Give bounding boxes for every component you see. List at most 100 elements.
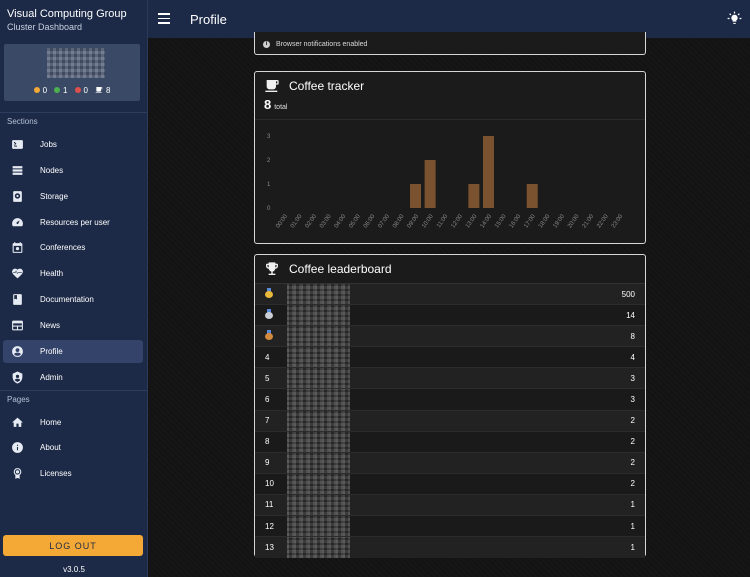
sidebar-item-profile[interactable]: Profile	[3, 340, 143, 363]
chart-bar[interactable]	[482, 136, 494, 208]
silver-medal-icon	[265, 309, 273, 320]
sidebar-item-documentation[interactable]: Documentation	[3, 288, 143, 311]
sidebar-item-label: Admin	[40, 373, 63, 382]
redacted-username	[287, 494, 350, 516]
coffee-total-value: 8	[264, 97, 272, 112]
x-tick-label: 07:00	[377, 213, 391, 229]
chart-bar[interactable]	[468, 184, 480, 208]
status-running: 1	[54, 86, 68, 95]
x-tick-label: 03:00	[319, 213, 333, 229]
status-pending-count: 0	[42, 85, 48, 95]
rank-cell: 4	[265, 352, 270, 362]
gauge-icon	[5, 216, 29, 229]
chart-bar[interactable]	[526, 184, 538, 208]
rank-cell	[255, 330, 287, 342]
rank-cell: 13	[265, 543, 274, 553]
avatar	[47, 48, 105, 78]
coffee-tracker-title: Coffee tracker	[289, 79, 365, 93]
y-tick-label: 1	[267, 182, 271, 188]
certificate-icon	[5, 467, 29, 480]
rank-cell	[255, 288, 287, 300]
book-icon	[5, 293, 29, 306]
status-failed-count: 0	[83, 85, 88, 95]
bronze-medal-icon	[265, 330, 273, 341]
sidebar-item-about[interactable]: About	[3, 436, 143, 459]
rank-cell: 6	[265, 395, 270, 405]
coffee-count-cell: 1	[630, 521, 635, 531]
gold-medal-icon	[265, 288, 273, 299]
logout-button[interactable]: LOG OUT	[3, 535, 143, 556]
coffee-leaderboard-header: Coffee leaderboard	[264, 261, 392, 277]
coffee-count-cell: 4	[630, 352, 635, 362]
coffee-icon	[95, 87, 103, 93]
sidebar-item-storage[interactable]: Storage	[3, 185, 143, 208]
rank-cell: 10	[265, 479, 274, 489]
sidebar-item-home[interactable]: Home	[3, 411, 143, 434]
rank-cell	[255, 309, 287, 321]
lightbulb-icon[interactable]	[727, 11, 742, 26]
table-row: 92	[255, 452, 645, 474]
sidebar-item-licenses[interactable]: Licenses	[3, 462, 143, 485]
y-tick-label: 2	[267, 158, 271, 164]
rank-cell: 11	[265, 500, 274, 510]
x-tick-label: 04:00	[334, 213, 348, 229]
coffee-hourly-chart: 012300:00 01:00 02:00 03:00 04:00 05:00 06:00 0…	[267, 134, 625, 229]
sidebar-item-label: Nodes	[40, 166, 64, 175]
chart-bar[interactable]	[424, 160, 436, 208]
table-row: 12 1	[255, 516, 645, 538]
app-title: Visual Computing Group	[7, 8, 127, 20]
coffee-count-cell: 500	[621, 289, 635, 299]
home-icon	[5, 416, 29, 429]
sidebar-item-label: Documentation	[40, 295, 94, 304]
x-tick-label: 21:00	[582, 213, 596, 229]
user-status-card: 0 1 0 8	[4, 44, 140, 101]
coffee-leaderboard-card: Coffee leaderboard 500 14 8 4 4 5 3 6 3 7 2 8 2 9 2 10 2…	[254, 254, 646, 559]
redacted-username	[287, 305, 350, 326]
redacted-username	[287, 516, 350, 537]
green-dot-icon	[54, 87, 61, 93]
info-icon	[5, 441, 29, 454]
x-tick-label: 14:00	[480, 213, 494, 229]
status-pending: 0	[33, 85, 48, 95]
coffee-leaderboard-title: Coffee leaderboard	[289, 262, 392, 276]
x-tick-label: 19:00	[552, 213, 566, 229]
notifications-status: i Browser notifications enabled	[263, 41, 367, 48]
sidebar-item-label: Health	[40, 269, 64, 278]
app-subtitle: Cluster Dashboard	[7, 22, 83, 32]
sidebar-item-conferences[interactable]: Conferences	[3, 236, 143, 259]
sidebar-item-jobs[interactable]: Jobs	[3, 133, 143, 156]
chart-bar[interactable]	[410, 184, 422, 208]
rank-cell: 8	[265, 437, 270, 447]
status-failed: 0	[74, 85, 88, 95]
coffee-count-cell: 2	[630, 437, 635, 447]
redacted-username	[287, 389, 350, 410]
sidebar-item-admin[interactable]: Admin	[3, 366, 143, 389]
sidebar-item-nodes[interactable]: Nodes	[3, 159, 143, 182]
table-row: 82	[255, 431, 645, 453]
red-dot-icon	[74, 87, 81, 93]
x-tick-label: 06:00	[363, 213, 377, 229]
x-tick-label: 12:00	[450, 213, 464, 229]
rank-cell: 7	[265, 416, 270, 426]
coffee-count-cell: 14	[626, 310, 635, 320]
coffee-total-label: total	[274, 104, 288, 111]
storage-icon	[5, 190, 29, 203]
x-tick-label: 16:00	[509, 213, 523, 229]
sidebar-item-health[interactable]: Health	[3, 262, 143, 285]
sidebar-item-news[interactable]: News	[3, 314, 143, 337]
x-tick-label: 05:00	[348, 213, 362, 229]
table-row: 13 1	[255, 537, 645, 559]
redacted-username	[287, 537, 350, 559]
x-tick-label: 02:00	[305, 213, 319, 229]
coffee-count-cell: 3	[630, 373, 635, 383]
calendar-icon	[5, 241, 29, 254]
coffee-count-cell: 2	[630, 479, 635, 489]
status-coffee-count: 8	[105, 85, 111, 95]
redacted-username	[287, 431, 350, 452]
jobs-icon	[5, 138, 29, 151]
coffee-count-cell: 2	[630, 458, 635, 468]
menu-icon[interactable]	[158, 13, 170, 24]
sidebar-item-resources-per-user[interactable]: Resources per user	[3, 211, 143, 234]
x-tick-label: 22:00	[596, 213, 610, 229]
sidebar-item-label: Profile	[40, 347, 63, 356]
